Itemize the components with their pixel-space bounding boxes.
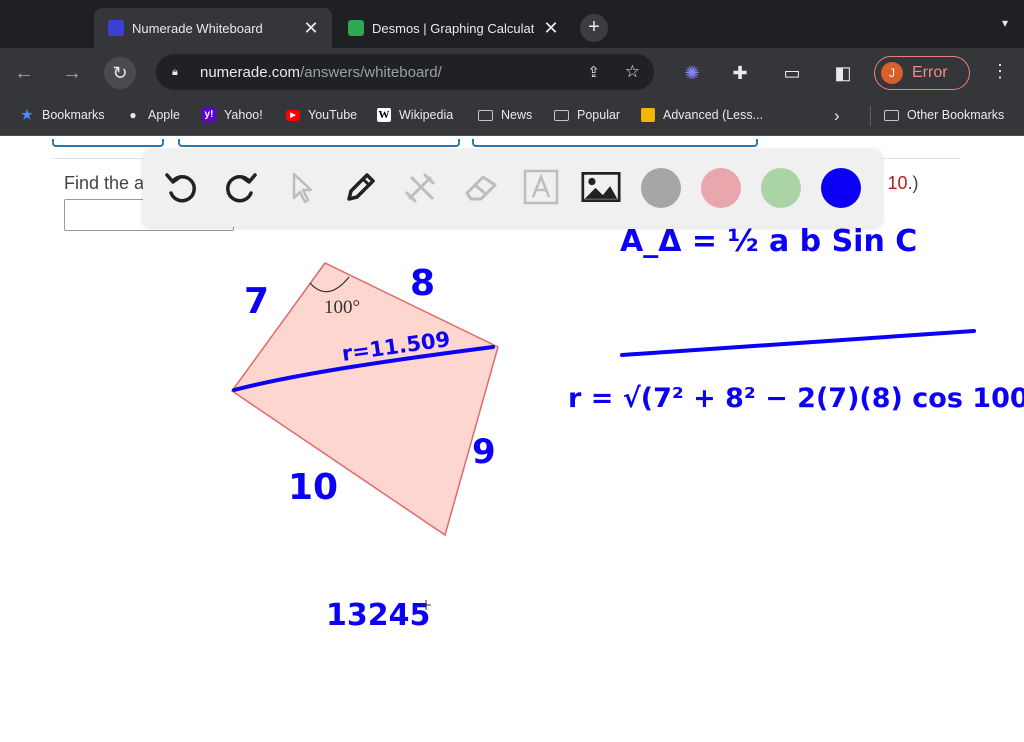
tab-numerade-whiteboard[interactable]: Numerade Whiteboard ✕ — [94, 8, 332, 48]
bookmarks-divider — [870, 106, 871, 126]
side-label-9: 9 — [472, 432, 496, 472]
bookmarks-bar: ★ Bookmarks ● Apple y! Yahoo! ▶ YouTube … — [0, 98, 1024, 136]
bookmark-label: Popular — [577, 108, 621, 122]
quadrilateral-figure — [230, 262, 499, 537]
bookmark-folder-other[interactable]: Other Bookmarks — [884, 108, 1004, 122]
bookmark-label: Yahoo! — [224, 108, 263, 122]
tab-desmos[interactable]: Desmos | Graphing Calculator ✕ — [334, 8, 572, 48]
screen: Numerade Whiteboard ✕ Desmos | Graphing … — [0, 0, 1024, 742]
bookmark-label: Advanced (Less... — [663, 108, 764, 122]
numerade-favicon-icon — [108, 20, 124, 36]
bookmark-folder-news[interactable]: News — [478, 108, 532, 122]
folder-icon — [884, 109, 899, 121]
bookmark-label: News — [501, 108, 533, 122]
new-tab-button[interactable]: + — [580, 14, 608, 42]
bookmark-yahoo[interactable]: y! Yahoo! — [202, 108, 263, 122]
undo-icon[interactable] — [161, 167, 201, 207]
bookmark-folder-popular[interactable]: Popular — [554, 108, 620, 122]
bookmark-star-icon[interactable]: ☆ — [625, 62, 640, 82]
text-icon[interactable] — [521, 167, 561, 207]
image-icon[interactable] — [581, 167, 621, 207]
tab-title: Desmos | Graphing Calculator — [372, 20, 534, 36]
pointer-icon[interactable] — [281, 167, 321, 207]
whiteboard-page: Find the a = 10.) 100° 7 8 9 10 r=11.509… — [0, 137, 1024, 742]
angle-label: 100° — [324, 297, 360, 318]
law-of-cosines: r = √(7² + 8² − 2(7)(8) cos 100°) — [568, 383, 1024, 414]
close-icon[interactable]: ✕ — [542, 18, 560, 39]
radical-overline — [620, 329, 976, 357]
bookmark-favicon-icon — [641, 108, 655, 122]
color-swatch-green[interactable] — [761, 168, 801, 208]
side-panel-icon[interactable]: ◧ — [830, 61, 856, 85]
cast-icon[interactable]: ▭ — [779, 61, 805, 85]
back-arrow-icon[interactable]: ← — [10, 59, 38, 87]
bookmark-label: Other Bookmarks — [907, 108, 1005, 122]
avatar: J — [881, 62, 903, 84]
bookmark-bookmarks[interactable]: ★ Bookmarks — [20, 107, 105, 123]
extensions-puzzle-icon[interactable]: ✚ — [727, 61, 753, 85]
chevron-down-icon[interactable]: ▾ — [1002, 16, 1008, 30]
yahoo-icon: y! — [202, 108, 216, 122]
browser-toolbar: ← → ↻ 🔒︎ numerade.com/answers/whiteboard… — [0, 48, 1024, 98]
tab-strip: Numerade Whiteboard ✕ Desmos | Graphing … — [0, 0, 1024, 48]
url-text: numerade.com/answers/whiteboard/ — [200, 63, 442, 81]
folder-icon — [554, 109, 569, 121]
desmos-favicon-icon — [348, 20, 364, 36]
folder-icon — [478, 109, 493, 121]
forward-arrow-icon[interactable]: → — [58, 59, 86, 87]
tools-icon[interactable] — [401, 167, 441, 207]
side-label-8: 8 — [410, 263, 435, 304]
tab-title: Numerade Whiteboard — [132, 20, 263, 36]
bookmark-wikipedia[interactable]: W Wikipedia — [377, 108, 453, 122]
bookmark-advanced[interactable]: Advanced (Less... — [641, 108, 763, 122]
share-icon[interactable]: ⇪ — [587, 63, 600, 81]
bookmark-label: Bookmarks — [42, 108, 105, 122]
apple-icon: ● — [129, 108, 137, 122]
side-label-7: 7 — [244, 281, 269, 322]
more-menu-icon[interactable]: ⋮ — [990, 61, 1010, 82]
bookmark-label: Wikipedia — [399, 108, 454, 122]
handwritten-number: 13245 — [326, 598, 430, 633]
address-bar[interactable]: 🔒︎ numerade.com/answers/whiteboard/ ⇪ ☆ — [156, 54, 654, 90]
area-formula: A_Δ = ½ a b Sin C — [620, 224, 917, 259]
profile-button[interactable]: J Error — [874, 56, 970, 90]
side-label-10: 10 — [288, 467, 338, 508]
color-swatch-pink[interactable] — [701, 168, 741, 208]
wikipedia-icon: W — [377, 108, 391, 122]
star-icon: ★ — [21, 107, 33, 122]
youtube-icon: ▶ — [286, 109, 300, 121]
bookmark-apple[interactable]: ● Apple — [126, 108, 180, 122]
profile-status: Error — [912, 64, 948, 81]
close-icon[interactable]: ✕ — [302, 18, 320, 39]
redo-icon[interactable] — [221, 167, 261, 207]
color-swatch-blue[interactable] — [821, 168, 861, 208]
color-swatch-gray[interactable] — [641, 168, 681, 208]
lock-icon: 🔒︎ — [172, 65, 178, 78]
whiteboard-canvas[interactable]: 100° 7 8 9 10 r=11.509 A_Δ = ½ a b Sin C… — [0, 137, 1024, 742]
bookmark-label: Apple — [148, 108, 180, 122]
bookmark-label: YouTube — [308, 108, 358, 122]
eraser-icon[interactable] — [461, 167, 501, 207]
bookmark-youtube[interactable]: ▶ YouTube — [286, 108, 357, 122]
reload-icon[interactable]: ↻ — [104, 57, 136, 89]
extension-spark-icon[interactable]: ✺ — [679, 61, 705, 85]
pen-icon[interactable] — [341, 167, 381, 207]
chevron-right-icon[interactable]: › — [834, 106, 840, 126]
whiteboard-toolbar — [143, 149, 882, 227]
